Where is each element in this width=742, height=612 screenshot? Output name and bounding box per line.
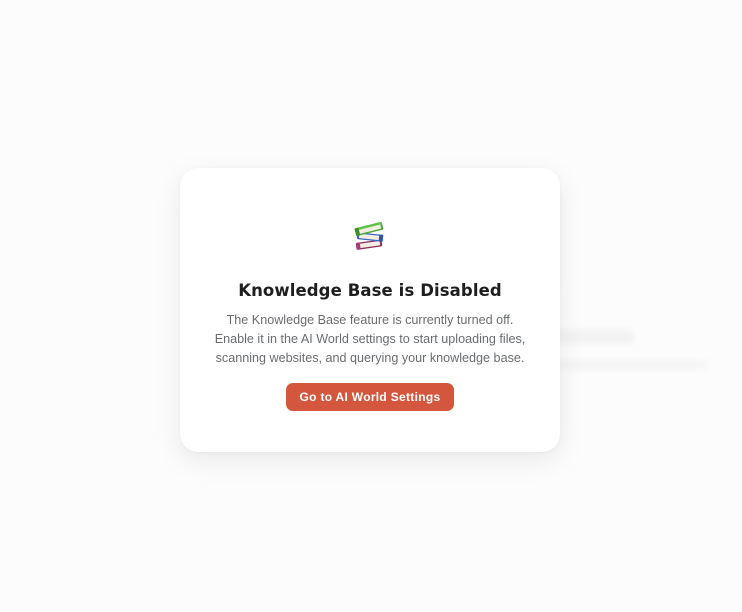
books-icon <box>180 216 560 256</box>
background-text-line <box>556 360 708 370</box>
modal-description: The Knowledge Base feature is currently … <box>200 311 540 368</box>
background-heading <box>556 330 634 344</box>
knowledge-base-disabled-modal: Knowledge Base is Disabled The Knowledge… <box>180 168 560 452</box>
description-line: Enable it in the AI World settings to st… <box>214 332 526 346</box>
modal-title: Knowledge Base is Disabled <box>238 281 502 300</box>
go-to-ai-world-settings-button[interactable]: Go to AI World Settings <box>286 383 454 411</box>
description-line: The Knowledge Base feature is currently … <box>226 313 514 327</box>
description-line: scanning websites, and querying your kno… <box>215 351 525 365</box>
